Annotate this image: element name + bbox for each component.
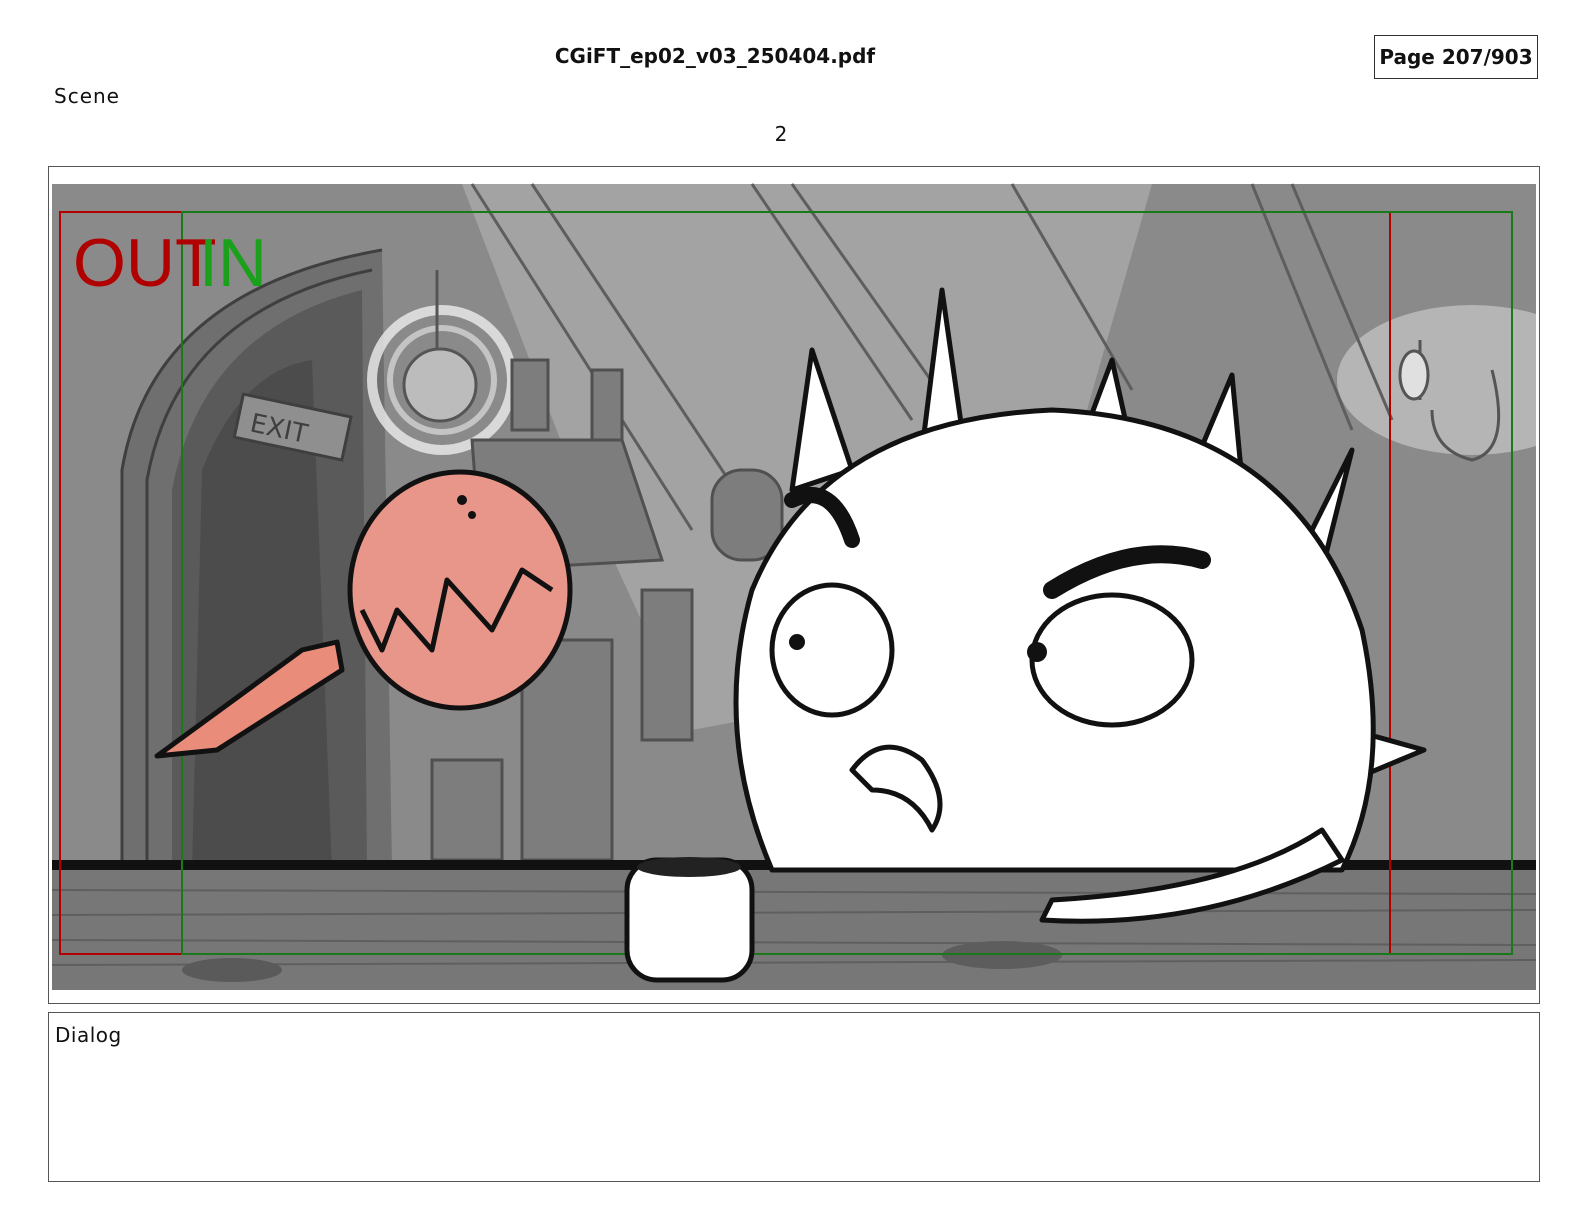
dialog-label: Dialog	[55, 1023, 122, 1047]
scene-label: Scene	[54, 84, 120, 108]
storyboard-sketch: EXIT	[52, 183, 1536, 990]
scene-number: 2	[774, 122, 788, 146]
document-title: CGiFT_ep02_v03_250404.pdf	[554, 44, 876, 68]
page-indicator: Page 207/903	[1374, 35, 1538, 79]
out-in-overlay: OUT IN	[73, 229, 267, 297]
out-frame-label: OUT	[73, 225, 217, 301]
storyboard-panel: EXIT OUT IN	[48, 166, 1540, 1004]
in-frame-label: IN	[199, 225, 267, 301]
dialog-box: Dialog	[48, 1012, 1540, 1182]
